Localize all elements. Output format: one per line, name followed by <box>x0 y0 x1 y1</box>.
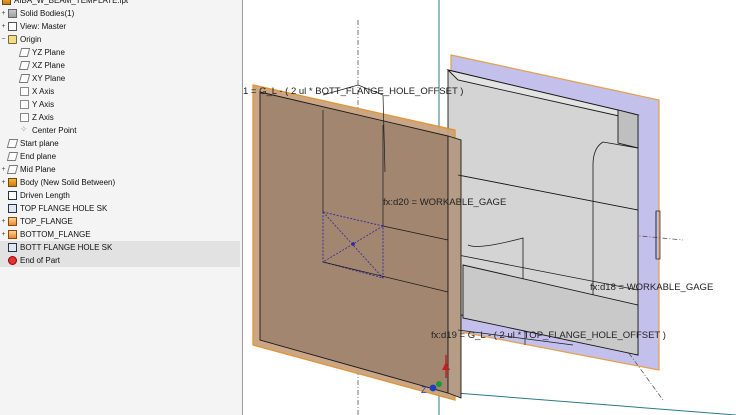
sketch-icon <box>8 243 17 252</box>
browser-item-aiba-w-beam-template-ipt[interactable]: AIBA_W_BEAM_TEMPLATE.ipt <box>0 0 240 7</box>
work-axis-icon <box>20 113 29 122</box>
body-feature-icon <box>8 178 17 187</box>
expander-icon[interactable]: + <box>0 215 7 228</box>
browser-item-label: TOP FLANGE HOLE SK <box>20 204 108 213</box>
x-axis-line <box>442 391 736 415</box>
expander-icon[interactable]: + <box>0 228 7 241</box>
browser-item-label: AIBA_W_BEAM_TEMPLATE.ipt <box>14 0 129 5</box>
browser-item-view-master[interactable]: + View: Master <box>0 20 240 33</box>
browser-item-top-flange[interactable]: + TOP_FLANGE <box>0 215 240 228</box>
browser-item-start-plane[interactable]: Start plane <box>0 137 240 150</box>
browser-item-label: Start plane <box>20 139 59 148</box>
view-icon <box>8 22 17 31</box>
browser-item-top-flange-hole-sk[interactable]: TOP FLANGE HOLE SK <box>0 202 240 215</box>
browser-item-label: X Axis <box>32 87 55 96</box>
center-point-icon: ✧ <box>20 124 28 134</box>
browser-item-bottom-flange[interactable]: + BOTTOM_FLANGE <box>0 228 240 241</box>
expander-icon[interactable]: + <box>0 20 7 33</box>
browser-item-label: YZ Plane <box>32 48 65 57</box>
browser-item-origin[interactable]: − Origin <box>0 33 240 46</box>
solid-bodies-icon <box>8 9 17 18</box>
browser-item-label: End plane <box>20 152 57 161</box>
browser-item-label: View: Master <box>20 22 67 31</box>
browser-item-driven-length[interactable]: Driven Length <box>0 189 240 202</box>
browser-item-bott-flange-hole-sk[interactable]: BOTT FLANGE HOLE SK <box>0 241 240 254</box>
dimension-d20[interactable]: fx:d20 = WORKABLE_GAGE <box>383 197 506 208</box>
dimension-bott-flange-hole-offset[interactable]: 1 = G_L - ( 2 ul * BOTT_FLANGE_HOLE_OFFS… <box>243 86 463 97</box>
work-plane-icon <box>6 152 19 161</box>
browser-item-mid-plane[interactable]: + Mid Plane <box>0 163 240 176</box>
browser-item-label: TOP_FLANGE <box>20 217 73 226</box>
sketch-icon <box>8 204 17 213</box>
graphics-viewport[interactable]: 1 = G_L - ( 2 ul * BOTT_FLANGE_HOLE_OFFS… <box>243 0 736 415</box>
browser-item-xy-plane[interactable]: XY Plane <box>0 72 240 85</box>
browser-item-label: Body (New Solid Between) <box>20 178 116 187</box>
browser-item-xz-plane[interactable]: XZ Plane <box>0 59 240 72</box>
model-canvas[interactable]: 1 = G_L - ( 2 ul * BOTT_FLANGE_HOLE_OFFS… <box>243 0 736 415</box>
work-plane-icon <box>18 48 31 57</box>
work-axis-icon <box>20 100 29 109</box>
part-icon <box>2 0 11 5</box>
browser-item-label: End of Part <box>20 256 61 265</box>
triad-z-label: Z <box>421 385 427 395</box>
dimension-d19[interactable]: fx:d19 = G_L - ( 2 ul * TOP_FLANGE_HOLE_… <box>431 330 666 341</box>
browser-item-label: XZ Plane <box>32 61 65 70</box>
browser-item-label: Z Axis <box>32 113 54 122</box>
browser-item-label: Origin <box>20 35 42 44</box>
work-plane-icon <box>18 61 31 70</box>
browser-item-end-of-part[interactable]: End of Part <box>0 254 240 267</box>
browser-item-label: Driven Length <box>20 191 70 200</box>
expander-icon[interactable]: + <box>0 176 7 189</box>
w-beam-body[interactable] <box>446 69 661 356</box>
browser-item-label: Center Point <box>32 126 77 135</box>
browser-item-body-new-solid-between[interactable]: + Body (New Solid Between) <box>0 176 240 189</box>
browser-item-label: Mid Plane <box>20 165 56 174</box>
end-of-part-icon <box>8 256 17 265</box>
browser-item-center-point[interactable]: ✧ Center Point <box>0 124 240 137</box>
model-browser-tree: AIBA_W_BEAM_TEMPLATE.ipt + Solid Bodies(1)… <box>0 0 242 415</box>
browser-item-x-axis[interactable]: X Axis <box>0 85 240 98</box>
work-plane-icon <box>18 74 31 83</box>
browser-item-label: BOTTOM_FLANGE <box>20 230 91 239</box>
dimension-d18[interactable]: fx:d18 = WORKABLE_GAGE <box>590 282 713 293</box>
browser-item-label: Y Axis <box>32 100 55 109</box>
expander-icon[interactable]: − <box>0 33 7 46</box>
expander-icon[interactable]: + <box>0 7 7 20</box>
browser-item-y-axis[interactable]: Y Axis <box>0 98 240 111</box>
expander-icon[interactable]: + <box>0 163 7 176</box>
browser-item-z-axis[interactable]: Z Axis <box>0 111 240 124</box>
driven-dimension-icon <box>8 191 17 200</box>
browser-item-label: BOTT FLANGE HOLE SK <box>20 243 113 252</box>
browser-item-solid-bodies-1[interactable]: + Solid Bodies(1) <box>0 7 240 20</box>
browser-item-label: Solid Bodies(1) <box>20 9 75 18</box>
work-plane-icon <box>6 139 19 148</box>
feature-icon <box>8 217 17 226</box>
feature-icon <box>8 230 17 239</box>
browser-item-end-plane[interactable]: End plane <box>0 150 240 163</box>
model-browser-panel[interactable]: AIBA_W_BEAM_TEMPLATE.ipt + Solid Bodies(1)… <box>0 0 243 415</box>
work-axis-icon <box>20 87 29 96</box>
browser-item-label: XY Plane <box>32 74 66 83</box>
origin-folder-icon <box>8 35 17 44</box>
work-plane-icon <box>6 165 19 174</box>
browser-item-yz-plane[interactable]: YZ Plane <box>0 46 240 59</box>
flange-plate-face[interactable] <box>259 91 449 394</box>
